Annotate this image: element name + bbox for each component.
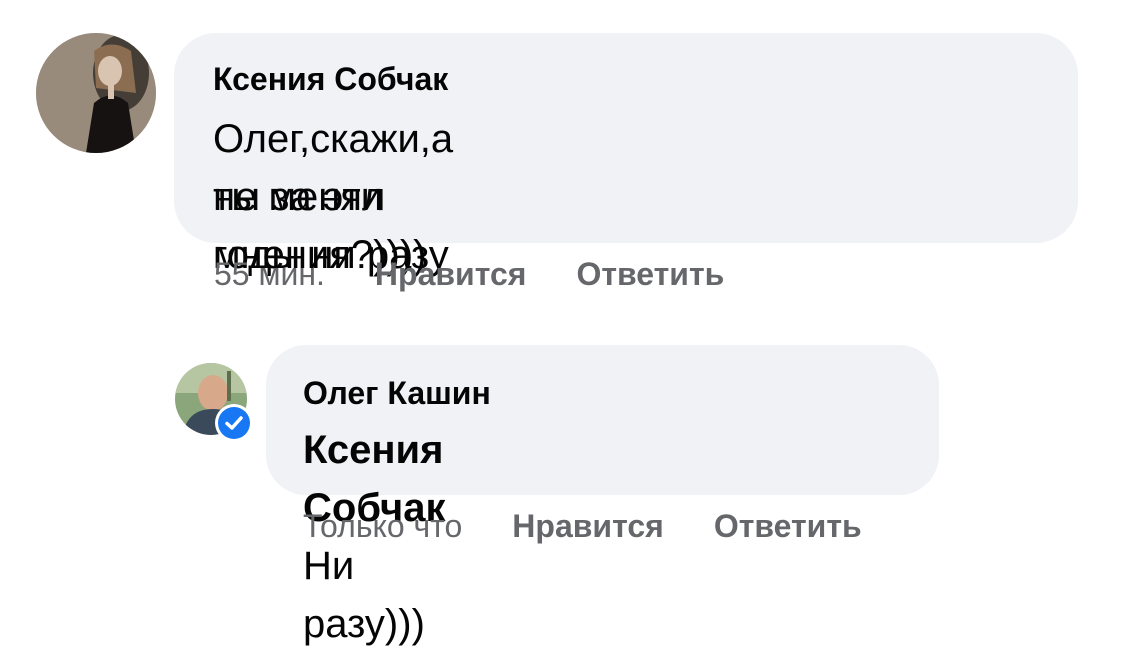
reply-text-body: Ни разу))) (303, 544, 425, 646)
verified-badge (215, 404, 253, 442)
reply-reply-button[interactable]: Ответить (714, 508, 862, 545)
avatar-ksenia[interactable] (36, 33, 156, 153)
comment-meta: 55 мин. Нравится Ответить (214, 256, 724, 293)
reply-meta: Только что Нравится Ответить (303, 508, 862, 545)
comment-timestamp[interactable]: 55 мин. (214, 256, 325, 293)
comment-author[interactable]: Ксения Собчак (213, 61, 448, 98)
reply-timestamp[interactable]: Только что (303, 508, 462, 545)
avatar-ksenia-image (36, 33, 156, 153)
verified-check-icon (225, 416, 243, 430)
reply-button[interactable]: Ответить (576, 256, 724, 293)
reply-author[interactable]: Олег Кашин (303, 375, 491, 412)
like-button[interactable]: Нравится (375, 256, 527, 293)
reply-like-button[interactable]: Нравится (512, 508, 664, 545)
